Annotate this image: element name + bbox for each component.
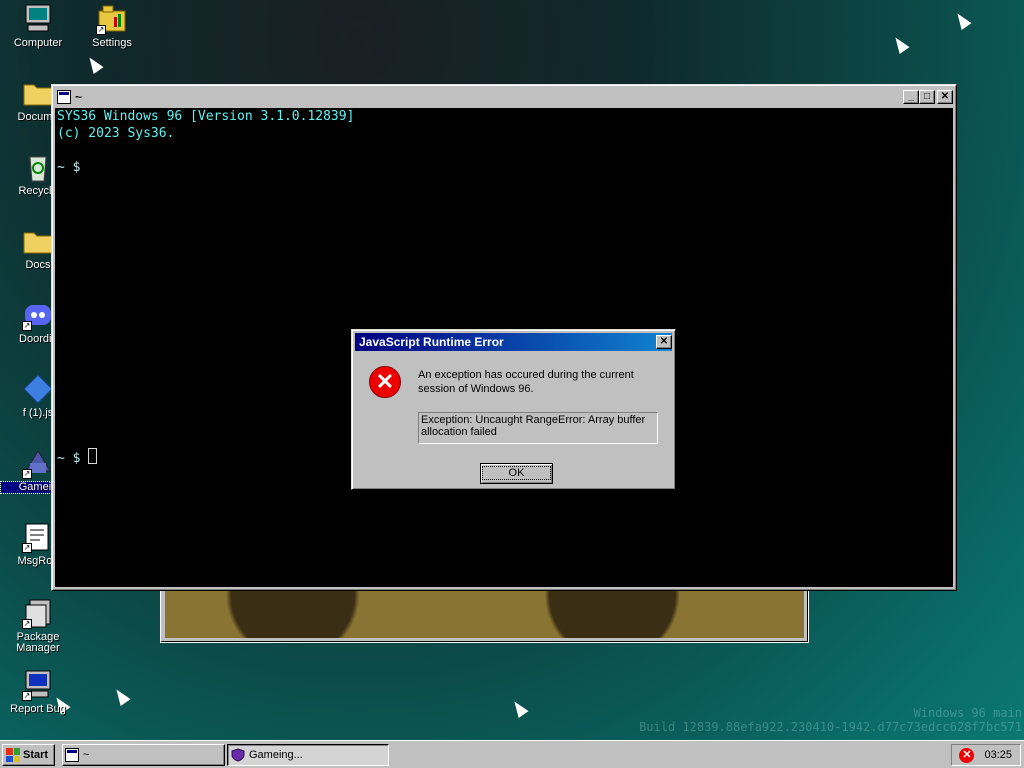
version-line: SYS36 Windows 96 [Version 3.1.0.12839] [57,109,355,124]
stray-cursor-icon [890,34,910,54]
stray-cursor-icon [111,686,131,706]
error-dialog[interactable]: JavaScript Runtime Error ✕ ✕ An exceptio… [351,329,676,490]
background-window[interactable] [160,585,809,643]
error-message: An exception has occured during the curr… [418,369,634,395]
text-cursor [88,448,98,464]
maximize-button[interactable]: □ [919,90,935,104]
dialog-titlebar[interactable]: JavaScript Runtime Error ✕ [355,333,672,351]
error-notification-icon[interactable]: ✕ [959,747,975,763]
dialog-close-button[interactable]: ✕ [656,335,672,349]
desktop-icon-report-bug[interactable]: ↗ Report Bug [1,669,75,715]
game-shield-icon [231,748,245,762]
terminal-title: ~ [75,90,83,104]
package-icon: ↗ [22,597,54,629]
report-bug-icon: ↗ [22,669,54,701]
prompt-line: ~ $ [57,160,81,175]
start-button[interactable]: Start [2,744,55,766]
system-tray: ✕ 03:25 [951,744,1021,766]
terminal-window-icon [57,90,71,104]
taskbar-item-terminal[interactable]: ~ [62,744,225,766]
stray-cursor-icon [952,10,972,30]
build-watermark-line1: Windows 96 main [913,706,1022,720]
dialog-title: JavaScript Runtime Error [359,335,504,349]
task-label: Gameing... [249,749,303,761]
settings-icon: ↗ [96,3,128,35]
start-label: Start [23,749,49,761]
background-window-content [165,590,804,638]
windows-logo-icon [6,748,20,762]
clock: 03:25 [984,749,1012,761]
desktop-icon-package-manager[interactable]: ↗ Package Manager [1,597,75,654]
icon-label: Report Bug [10,703,66,715]
script-file-icon [22,373,54,405]
message-room-icon: ↗ [22,521,54,553]
desktop-icon-computer[interactable]: Computer [1,3,75,49]
recycle-bin-icon [22,151,54,183]
terminal-window-icon [65,748,79,762]
desktop-icon-settings[interactable]: ↗ Settings [75,3,149,49]
icon-label: Package Manager [16,631,60,654]
icon-label: Computer [13,37,63,49]
exception-details: Exception: Uncaught RangeError: Array bu… [418,412,658,444]
prompt-line-active: ~ $ [57,451,89,466]
game-icon: ↗ [22,447,54,479]
close-button[interactable]: ✕ [937,90,953,104]
discord-icon: ↗ [22,299,54,331]
minimize-button[interactable]: _ [903,90,919,104]
task-label: ~ [83,749,90,761]
computer-icon [22,3,54,35]
folder-icon [22,225,54,257]
error-icon: ✕ [369,366,401,398]
stray-cursor-icon [84,54,104,74]
taskbar: Start ~ Gameing... ✕ 03:25 [0,740,1024,768]
build-watermark-line2: Build 12839.88efa922.230410-1942.d77c73e… [639,720,1022,734]
ok-button-label: OK [481,466,552,480]
terminal-titlebar[interactable]: ~ _ □ ✕ [55,88,953,106]
taskbar-item-gameing[interactable]: Gameing... [227,744,389,766]
ok-button[interactable]: OK [480,463,553,484]
icon-label: Settings [92,37,132,49]
stray-cursor-icon [509,698,529,718]
folder-icon [22,77,54,109]
copyright-line: (c) 2023 Sys36. [57,126,175,141]
